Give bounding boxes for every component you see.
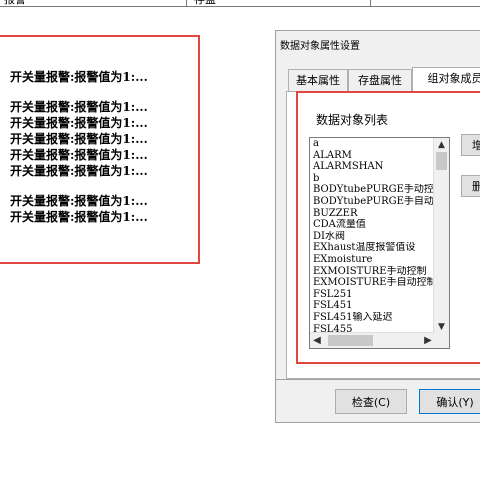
header-divider <box>370 0 371 6</box>
list-item[interactable]: ALARM <box>310 150 433 162</box>
alarm-line: 开关量报警:报警值为1:... <box>10 116 148 130</box>
list-item[interactable]: FSL451 <box>310 300 433 312</box>
alarm-line: 开关量报警:报警值为1:... <box>10 70 148 84</box>
list-item[interactable]: FSL451输入延迟 <box>310 312 433 324</box>
header-cell-save: 存盘 <box>194 0 216 6</box>
scroll-left-icon[interactable]: ◀ <box>310 333 324 348</box>
horizontal-scrollbar[interactable]: ◀ ▶ <box>310 332 435 348</box>
tab-basic-properties[interactable]: 基本属性 <box>288 69 348 92</box>
list-item[interactable]: BODYtubePURGE手动控 <box>310 184 433 196</box>
table-header-strip: 报警 存盘 <box>0 0 480 7</box>
data-object-properties-dialog: 数据对象属性设置 基本属性 存盘属性 组对象成员 数据对象列表 a ALARM … <box>275 30 480 423</box>
list-label: 数据对象列表 <box>316 113 389 127</box>
vertical-scrollbar[interactable]: ▲ ▼ <box>433 138 449 334</box>
alarm-line: 开关量报警:报警值为1:... <box>10 210 148 224</box>
list-item[interactable]: EXmoisture <box>310 254 433 266</box>
list-item[interactable]: EXMOISTURE手自动控制 <box>310 277 433 289</box>
list-item[interactable]: a <box>310 138 433 150</box>
alarm-line: 开关量报警:报警值为1:... <box>10 132 148 146</box>
tab-save-properties[interactable]: 存盘属性 <box>348 69 412 92</box>
list-item[interactable]: BUZZER <box>310 208 433 220</box>
header-divider <box>186 0 187 6</box>
alarm-list-panel: 开关量报警:报警值为1:... 开关量报警:报警值为1:... 开关量报警:报警… <box>0 35 200 264</box>
scroll-down-icon[interactable]: ▼ <box>434 320 449 334</box>
list-item[interactable]: FSL251 <box>310 289 433 301</box>
list-item[interactable]: DI水阀 <box>310 231 433 243</box>
tab-group-members[interactable]: 组对象成员 <box>412 67 480 93</box>
alarm-line: 开关量报警:报警值为1:... <box>10 100 148 114</box>
scroll-thumb[interactable] <box>328 335 373 346</box>
delete-button[interactable]: 删除 <box>461 175 480 197</box>
confirm-button[interactable]: 确认(Y) <box>419 389 480 414</box>
list-item[interactable]: EXhaust温度报警值设 <box>310 242 433 254</box>
data-object-listbox[interactable]: a ALARM ALARMSHAN b BODYtubePURGE手动控 BOD… <box>309 137 450 349</box>
scrollbar-corner <box>434 333 449 348</box>
header-cell-alarm: 报警 <box>4 0 26 6</box>
scroll-thumb[interactable] <box>436 152 447 170</box>
scroll-up-icon[interactable]: ▲ <box>434 138 449 152</box>
alarm-line: 开关量报警:报警值为1:... <box>10 194 148 208</box>
alarm-line: 开关量报警:报警值为1:... <box>10 148 148 162</box>
check-button[interactable]: 检查(C) <box>335 389 407 414</box>
scroll-right-icon[interactable]: ▶ <box>421 333 435 348</box>
list-item[interactable]: CDA流量值 <box>310 219 433 231</box>
list-item[interactable]: ALARMSHAN <box>310 161 433 173</box>
divider <box>276 379 480 380</box>
add-button[interactable]: 增加 <box>461 134 480 156</box>
list-item[interactable]: EXMOISTURE手动控制 <box>310 266 433 278</box>
alarm-line: 开关量报警:报警值为1:... <box>10 164 148 178</box>
list-item[interactable]: BODYtubePURGE手自动 <box>310 196 433 208</box>
dialog-title: 数据对象属性设置 <box>280 41 360 52</box>
list-item[interactable]: b <box>310 173 433 185</box>
